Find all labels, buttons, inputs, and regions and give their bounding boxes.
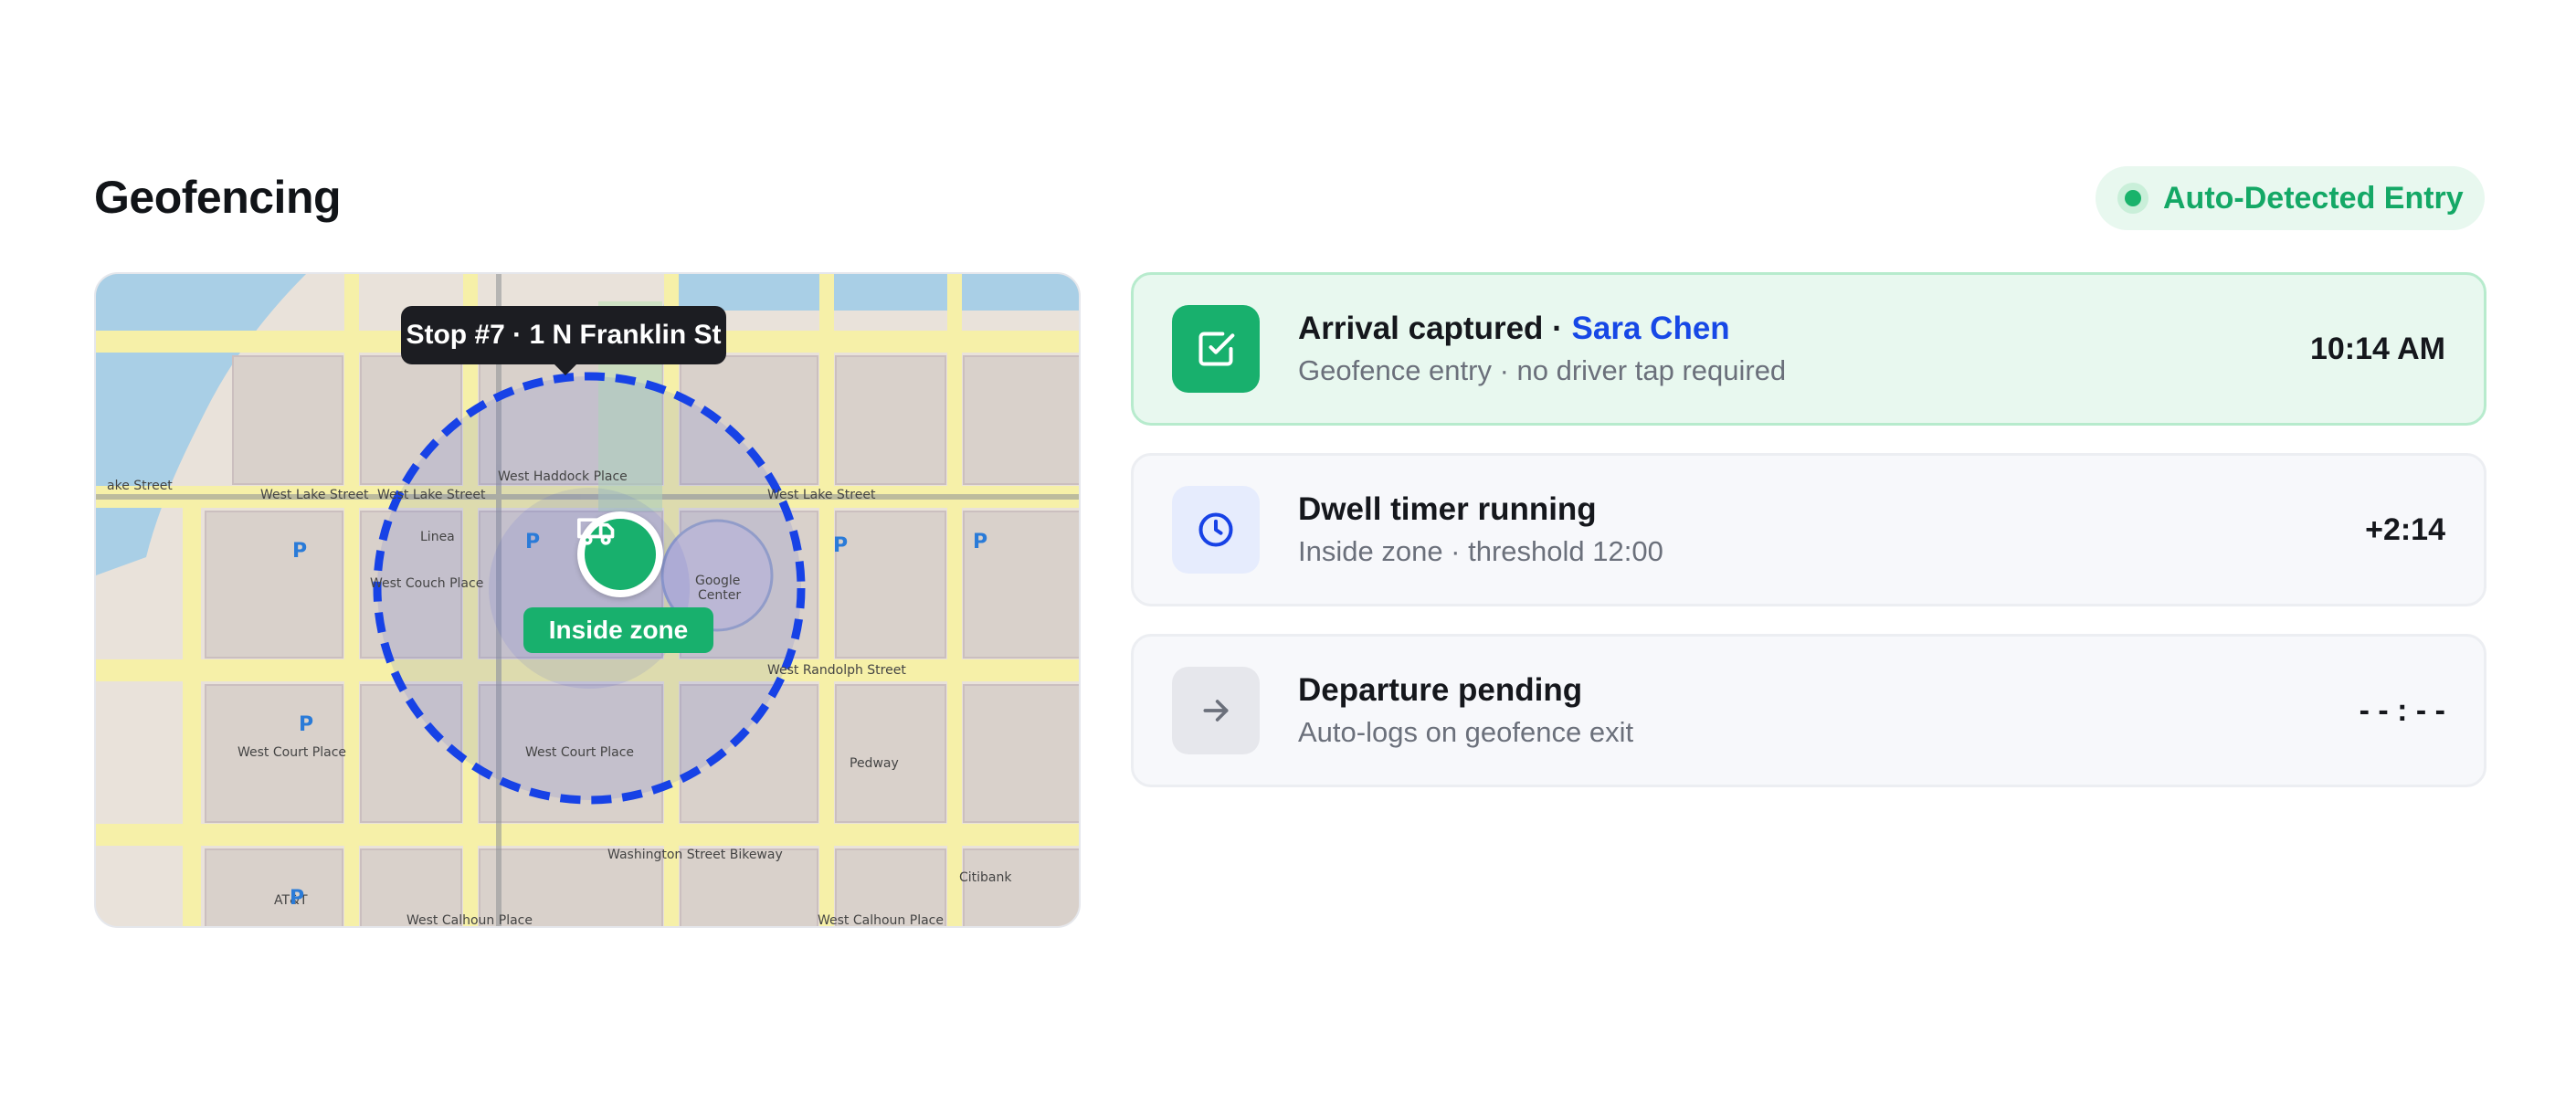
- svg-text:P: P: [525, 531, 540, 553]
- street-label: West Haddock Place: [498, 469, 628, 484]
- arrival-card[interactable]: Arrival captured · Sara Chen Geofence en…: [1131, 272, 2486, 426]
- street-label: West Calhoun Place: [818, 913, 944, 928]
- arrival-title: Arrival captured · Sara Chen: [1298, 309, 2310, 349]
- driver-name: Sara Chen: [1571, 311, 1730, 346]
- arrow-right-icon: [1172, 667, 1260, 754]
- dwell-title: Dwell timer running: [1298, 491, 1597, 527]
- place-label: Linea: [420, 530, 455, 544]
- svg-text:P: P: [290, 887, 304, 910]
- dwell-timer: +2:14: [2365, 511, 2445, 547]
- stop-tooltip[interactable]: Stop #7 · 1 N Franklin St: [401, 306, 726, 375]
- street-label: West Couch Place: [370, 576, 483, 591]
- departure-subtitle: Auto-logs on geofence exit: [1298, 716, 1634, 748]
- dwell-subtitle: Inside zone · threshold 12:00: [1298, 535, 1663, 567]
- arrival-title-text: Arrival captured ·: [1298, 311, 1572, 346]
- place-label: Citibank: [959, 870, 1012, 885]
- svg-text:P: P: [833, 534, 848, 557]
- svg-text:P: P: [973, 531, 987, 553]
- dwell-card[interactable]: Dwell timer running Inside zone · thresh…: [1131, 453, 2486, 606]
- map-tiles: West Haddock Place ake Street West Lake …: [96, 274, 1079, 928]
- truck-marker[interactable]: [577, 511, 663, 597]
- truck-icon: [577, 518, 656, 590]
- geofence-map[interactable]: West Haddock Place ake Street West Lake …: [94, 272, 1081, 928]
- place-label: Pedway: [850, 756, 899, 771]
- inside-zone-label: Inside zone: [523, 607, 713, 653]
- status-badge-label: Auto-Detected Entry: [2163, 180, 2464, 216]
- svg-text:P: P: [292, 540, 307, 563]
- page-title: Geofencing: [94, 172, 342, 223]
- departure-time: - - : - -: [2359, 692, 2445, 728]
- street-label: West Lake Street: [767, 488, 876, 502]
- street-label: West Court Place: [525, 745, 634, 760]
- place-label: Google: [695, 574, 740, 588]
- arrival-subtitle: Geofence entry · no driver tap required: [1298, 354, 1787, 386]
- departure-title: Departure pending: [1298, 672, 1583, 708]
- street-label: ake Street: [107, 479, 173, 493]
- check-square-icon: [1172, 305, 1260, 393]
- street-label: West Randolph Street: [767, 663, 906, 678]
- place-label: Center: [698, 588, 741, 603]
- street-label: West Lake Street: [260, 488, 369, 502]
- clock-icon: [1172, 486, 1260, 574]
- street-label: West Calhoun Place: [406, 913, 533, 928]
- arrival-time: 10:14 AM: [2309, 331, 2445, 366]
- street-label: West Court Place: [238, 745, 346, 760]
- status-dot-icon: [2117, 183, 2148, 214]
- departure-card[interactable]: Departure pending Auto-logs on geofence …: [1131, 634, 2486, 787]
- street-label: West Lake Street: [377, 488, 486, 502]
- svg-text:P: P: [299, 713, 313, 736]
- status-badge: Auto-Detected Entry: [2096, 166, 2485, 230]
- street-label: Washington Street Bikeway: [607, 848, 783, 862]
